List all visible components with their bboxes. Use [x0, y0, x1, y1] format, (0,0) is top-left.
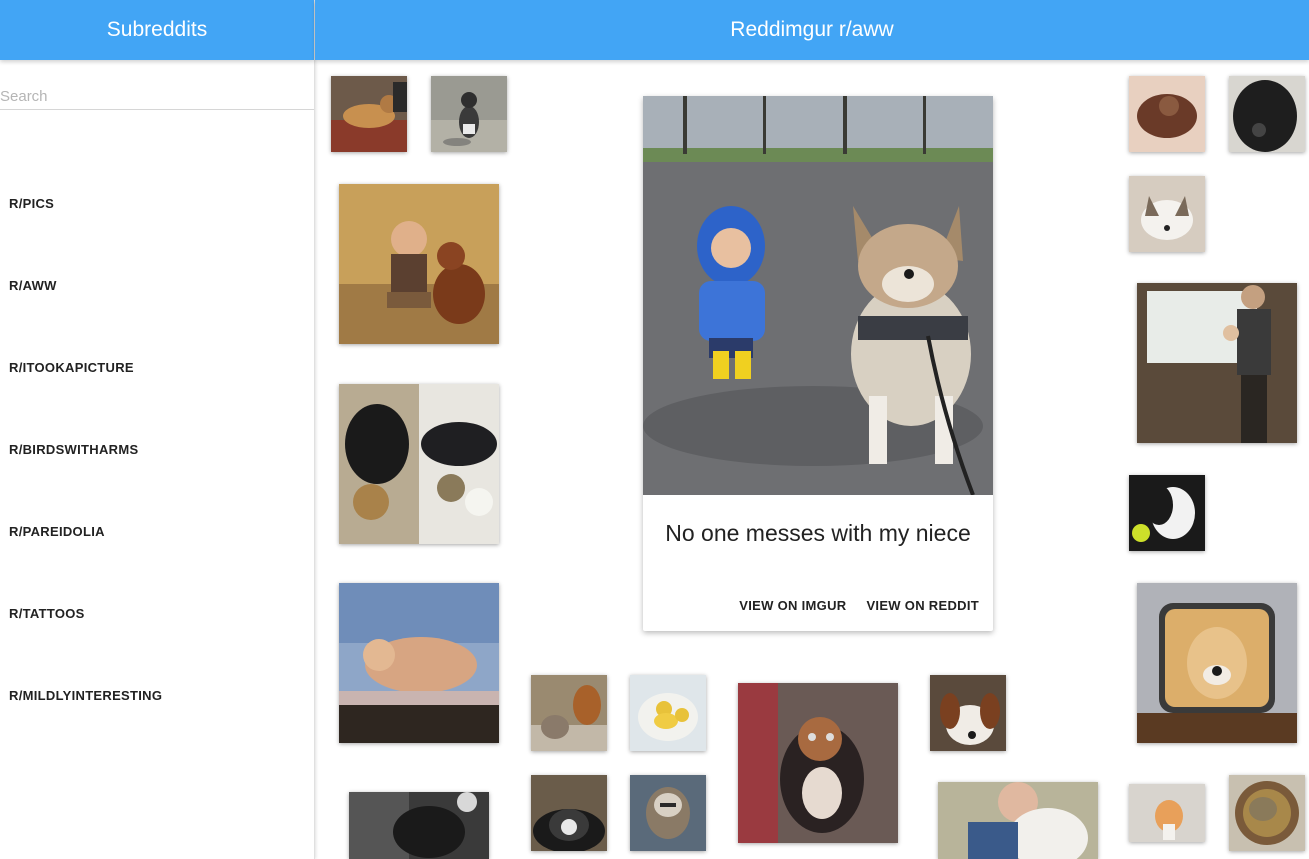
sidebar-item-birdswitharms[interactable]: R/BIRDSWITHARMS [0, 408, 314, 490]
page-title: Reddimgur r/aww [315, 0, 1309, 60]
thumbnail-image[interactable] [339, 384, 499, 544]
sidebar-item-tattoos[interactable]: R/TATTOOS [0, 572, 314, 654]
sidebar-item-pareidolia[interactable]: R/PAREIDOLIA [0, 490, 314, 572]
view-on-reddit-button[interactable]: VIEW ON REDDIT [866, 598, 979, 613]
thumbnail-image[interactable] [1129, 176, 1205, 252]
card-actions: VIEW ON IMGUR VIEW ON REDDIT [739, 598, 979, 613]
thumbnail-image[interactable] [1129, 475, 1205, 551]
thumbnail-image[interactable] [1129, 784, 1205, 842]
thumbnail-image[interactable] [531, 775, 607, 851]
featured-post-title: No one messes with my niece [665, 520, 971, 546]
sidebar: Subreddits R/PICS R/AWW R/ITOOKAPICTURE … [0, 0, 315, 859]
sidebar-item-mildlyinteresting[interactable]: R/MILDLYINTERESTING [0, 654, 314, 736]
thumbnail-image[interactable] [1229, 775, 1305, 851]
featured-post-card: No one messes with my niece VIEW ON IMGU… [643, 96, 993, 631]
thumbnail-image[interactable] [339, 583, 499, 743]
sidebar-item-itookapicture[interactable]: R/ITOOKAPICTURE [0, 326, 314, 408]
thumbnail-image[interactable] [738, 683, 898, 843]
sidebar-item-pics[interactable]: R/PICS [0, 162, 314, 244]
search-field [0, 84, 314, 110]
thumbnail-image[interactable] [531, 675, 607, 751]
view-on-imgur-button[interactable]: VIEW ON IMGUR [739, 598, 846, 613]
thumbnail-image[interactable] [331, 76, 407, 152]
thumbnail-image[interactable] [938, 782, 1098, 859]
thumbnail-image[interactable] [1229, 76, 1305, 152]
thumbnail-image[interactable] [339, 184, 499, 344]
thumbnail-image[interactable] [1129, 76, 1205, 152]
thumbnail-image[interactable] [1137, 283, 1297, 443]
thumbnail-image[interactable] [431, 76, 507, 152]
thumbnail-image[interactable] [630, 675, 706, 751]
featured-image [643, 96, 993, 495]
sidebar-item-aww[interactable]: R/AWW [0, 244, 314, 326]
thumbnail-image[interactable] [630, 775, 706, 851]
thumbnail-image[interactable] [930, 675, 1006, 751]
subreddit-list: R/PICS R/AWW R/ITOOKAPICTURE R/BIRDSWITH… [0, 162, 314, 736]
sidebar-title: Subreddits [0, 0, 314, 60]
thumbnail-image[interactable] [1137, 583, 1297, 743]
search-input[interactable] [0, 84, 314, 109]
thumbnail-image[interactable] [349, 792, 489, 859]
